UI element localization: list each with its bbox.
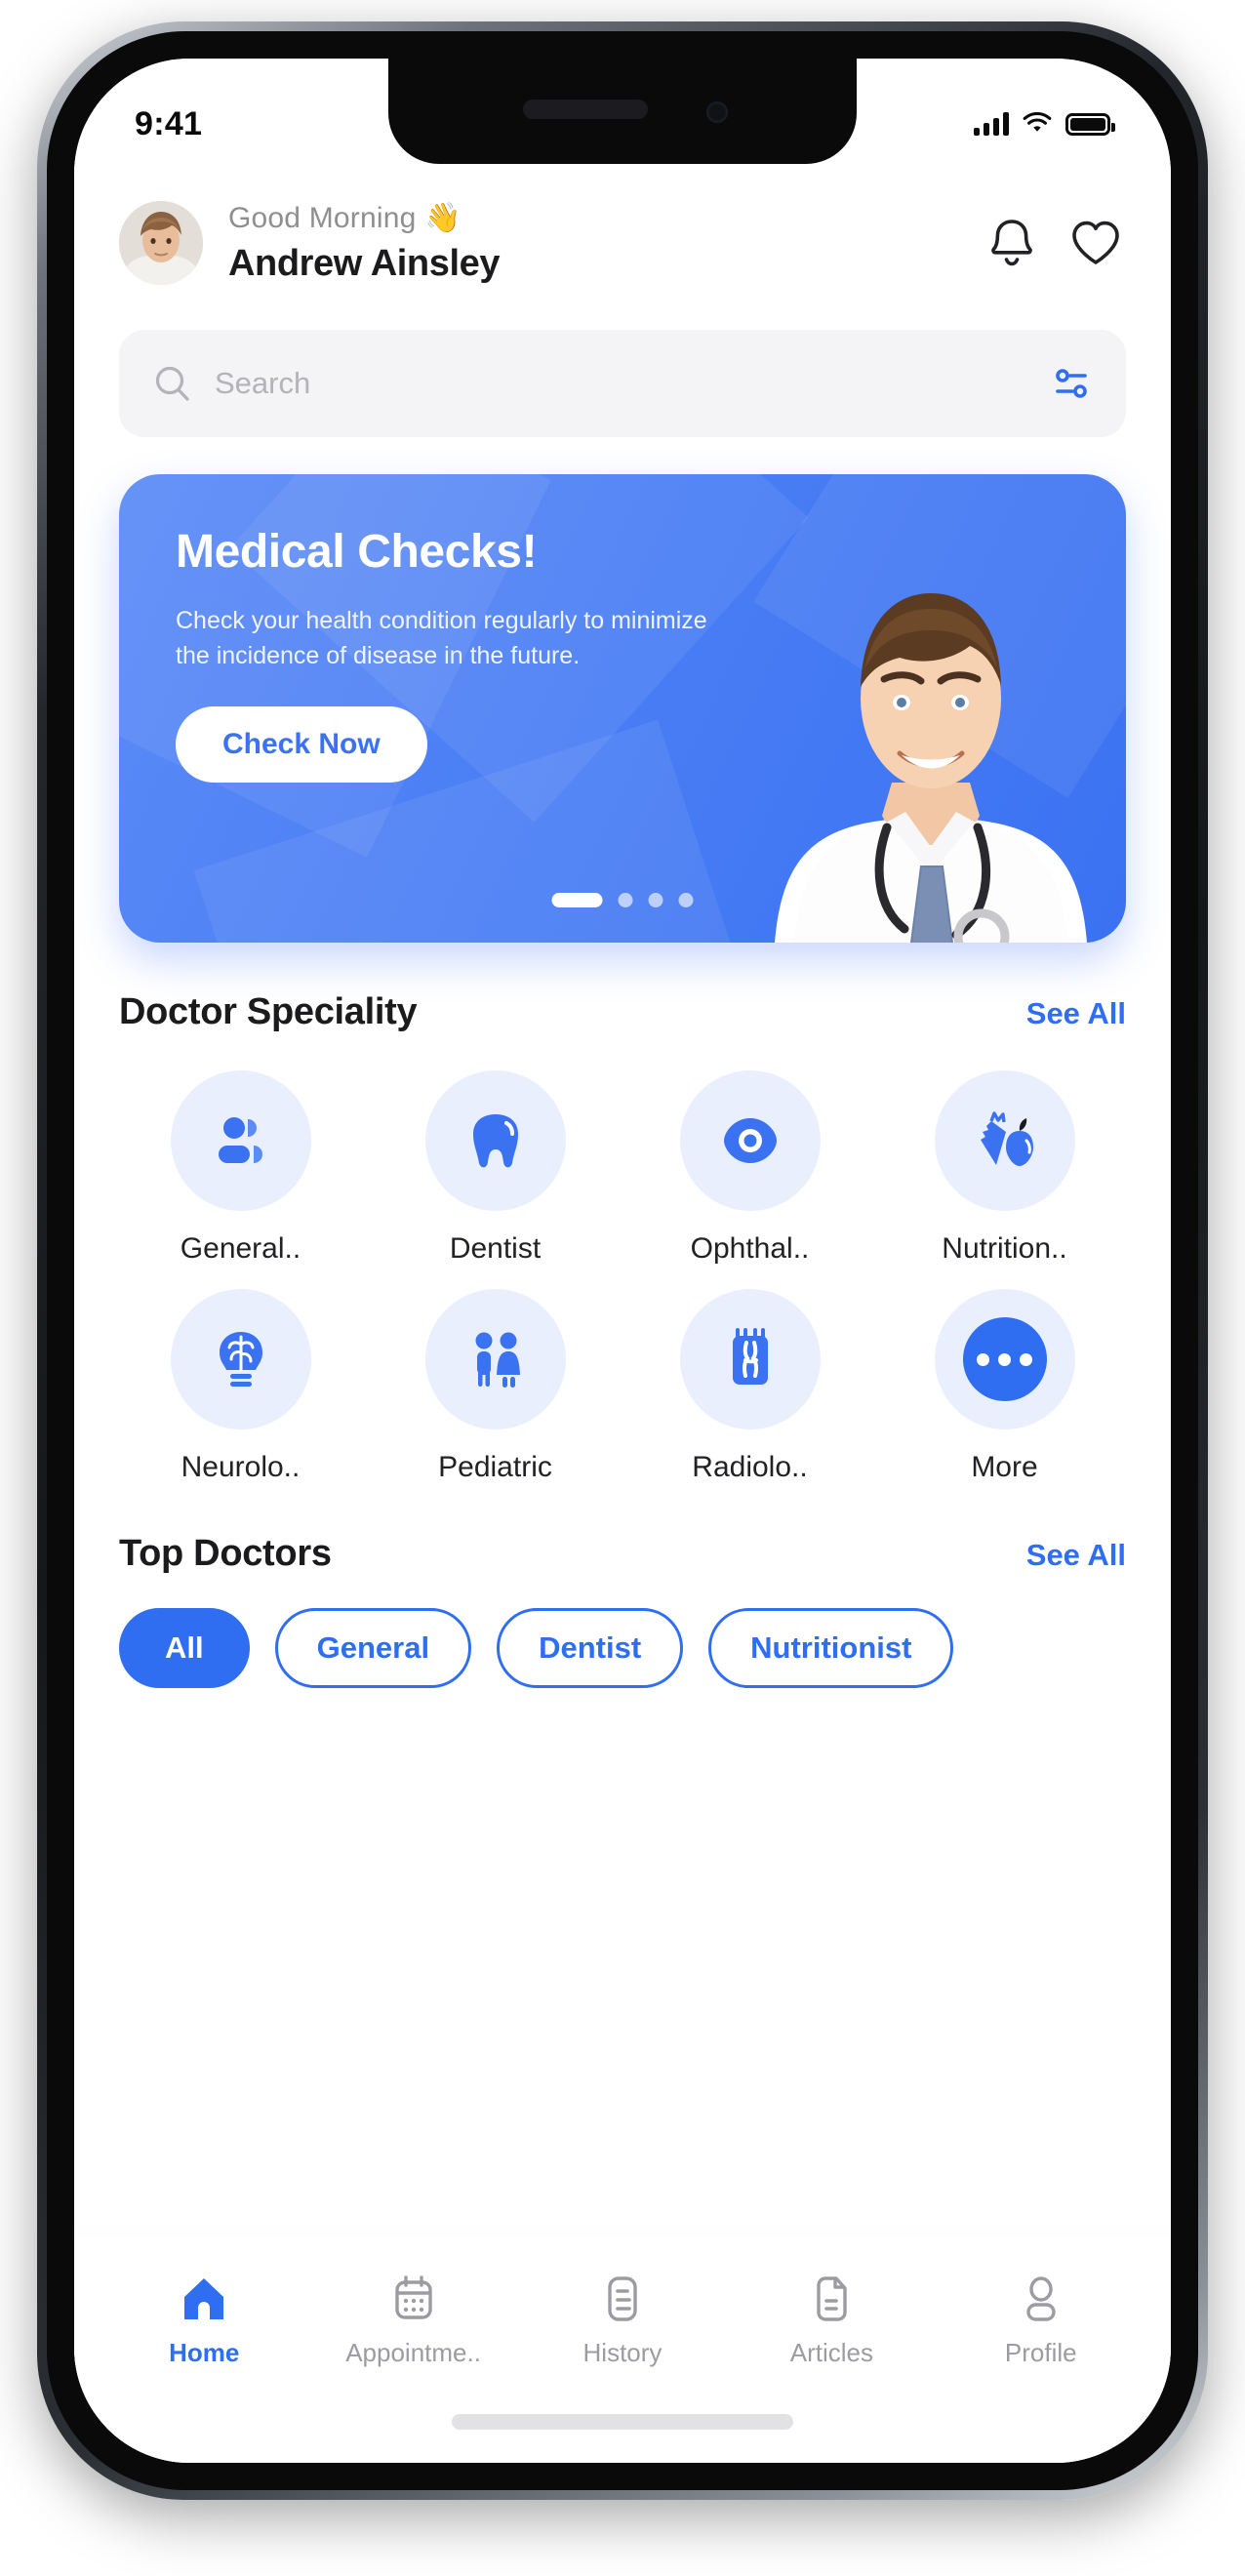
wifi-icon: [1023, 112, 1052, 132]
speciality-label: Ophthal..: [690, 1232, 810, 1265]
speciality-label: General..: [180, 1232, 301, 1265]
heart-icon[interactable]: [1069, 219, 1122, 267]
check-now-button[interactable]: Check Now: [176, 706, 427, 783]
tab-profile[interactable]: Profile: [944, 2274, 1139, 2368]
app-content: Good Morning 👋 Andrew Ainsley Search Med…: [74, 59, 1171, 2463]
status-icons: [974, 112, 1115, 136]
cellular-signal-icon: [974, 112, 1009, 136]
filter-chip-nutritionist[interactable]: Nutritionist: [708, 1608, 954, 1688]
carrot-apple-icon: [934, 1070, 1075, 1211]
tab-label: Home: [169, 2338, 240, 2367]
history-list-icon: [608, 2276, 637, 2321]
banner-pagination[interactable]: [551, 893, 694, 907]
more-dots-icon: [934, 1289, 1075, 1429]
banner-body: Medical Checks! Check your health condit…: [176, 525, 722, 783]
speciality-item-pediatric[interactable]: Pediatric: [368, 1289, 622, 1484]
filter-chip-general[interactable]: General: [274, 1608, 472, 1688]
banner-subtitle: Check your health condition regularly to…: [176, 607, 707, 669]
tab-home[interactable]: Home: [106, 2274, 301, 2368]
banner-title: Medical Checks!: [176, 526, 538, 578]
phone-screen: 9:41 Good Morning 👋 Andrew Ainsley Searc…: [74, 59, 1171, 2463]
speciality-section-header: Doctor Speciality See All: [74, 943, 1171, 1033]
greeting-block: Good Morning 👋 Andrew Ainsley: [228, 201, 987, 285]
calendar-icon: [394, 2275, 432, 2319]
eye-icon: [679, 1070, 821, 1211]
children-icon: [424, 1289, 566, 1429]
tab-label: History: [582, 2338, 663, 2367]
battery-icon: [1065, 112, 1115, 136]
speciality-grid: General.. Dentist Ophthal.. Nutrition.. …: [74, 1033, 1171, 1484]
speciality-title: Doctor Speciality: [119, 991, 418, 1032]
pagination-dot[interactable]: [551, 893, 603, 907]
speciality-item-more[interactable]: More: [877, 1289, 1132, 1484]
user-name: Andrew Ainsley: [228, 243, 501, 284]
user-avatar[interactable]: [119, 201, 203, 285]
speciality-label: Dentist: [449, 1232, 542, 1265]
speciality-item-neurology[interactable]: Neurolo..: [113, 1289, 368, 1484]
status-time: 9:41: [135, 104, 203, 142]
app-header: Good Morning 👋 Andrew Ainsley: [74, 174, 1171, 285]
speciality-item-radiology[interactable]: Radiolo..: [622, 1289, 877, 1484]
speciality-label: More: [971, 1451, 1038, 1483]
header-actions: [987, 217, 1126, 269]
earpiece-speaker: [522, 100, 648, 119]
tab-history[interactable]: History: [525, 2274, 720, 2368]
speciality-item-general[interactable]: General..: [113, 1070, 368, 1266]
pagination-dot[interactable]: [648, 893, 663, 907]
speciality-item-nutrition[interactable]: Nutrition..: [877, 1070, 1132, 1266]
top-doctors-title: Top Doctors: [119, 1533, 332, 1574]
doctor-filter-chips: All General Dentist Nutritionist: [74, 1575, 1171, 1688]
home-indicator[interactable]: [452, 2414, 793, 2430]
tab-appointment[interactable]: Appointme..: [316, 2274, 511, 2368]
general-doctor-icon: [170, 1070, 311, 1211]
search-input[interactable]: Search: [215, 366, 1050, 401]
speciality-label: Nutrition..: [942, 1232, 1067, 1265]
front-camera: [706, 101, 729, 123]
speciality-label: Radiolo..: [692, 1451, 808, 1483]
brain-bulb-icon: [170, 1289, 311, 1429]
tab-label: Articles: [789, 2338, 873, 2367]
xray-icon: [679, 1289, 821, 1429]
top-doctors-section-header: Top Doctors See All: [74, 1484, 1171, 1575]
tab-articles[interactable]: Articles: [734, 2274, 929, 2368]
greeting-text: Good Morning 👋: [228, 202, 462, 234]
filter-chip-dentist[interactable]: Dentist: [497, 1608, 684, 1688]
pagination-dot[interactable]: [618, 893, 633, 907]
person-icon: [1026, 2276, 1056, 2321]
pagination-dot[interactable]: [678, 893, 694, 907]
tab-label: Appointme..: [345, 2338, 481, 2367]
notch: [388, 59, 857, 164]
bell-icon[interactable]: [987, 217, 1036, 269]
speciality-label: Neurolo..: [181, 1451, 301, 1483]
filter-chip-all[interactable]: All: [119, 1608, 250, 1688]
phone-bezel: 9:41 Good Morning 👋 Andrew Ainsley Searc…: [47, 31, 1198, 2490]
filter-sliders-icon[interactable]: [1050, 362, 1093, 405]
promo-banner[interactable]: Medical Checks! Check your health condit…: [119, 474, 1126, 943]
search-bar[interactable]: Search: [119, 330, 1126, 437]
article-document-icon: [817, 2276, 848, 2321]
search-icon: [155, 366, 189, 401]
speciality-item-ophthalmology[interactable]: Ophthal..: [622, 1070, 877, 1266]
doctor-photo: [736, 523, 1126, 943]
top-doctors-see-all[interactable]: See All: [1026, 1538, 1126, 1573]
tab-label: Profile: [1004, 2338, 1077, 2367]
speciality-see-all[interactable]: See All: [1026, 996, 1126, 1031]
screenshot-root: 9:41 Good Morning 👋 Andrew Ainsley Searc…: [0, 0, 1245, 2576]
speciality-item-dentist[interactable]: Dentist: [368, 1070, 622, 1266]
tooth-icon: [424, 1070, 566, 1211]
speciality-label: Pediatric: [438, 1451, 552, 1483]
phone-frame: 9:41 Good Morning 👋 Andrew Ainsley Searc…: [37, 21, 1208, 2500]
home-icon: [184, 2278, 224, 2319]
